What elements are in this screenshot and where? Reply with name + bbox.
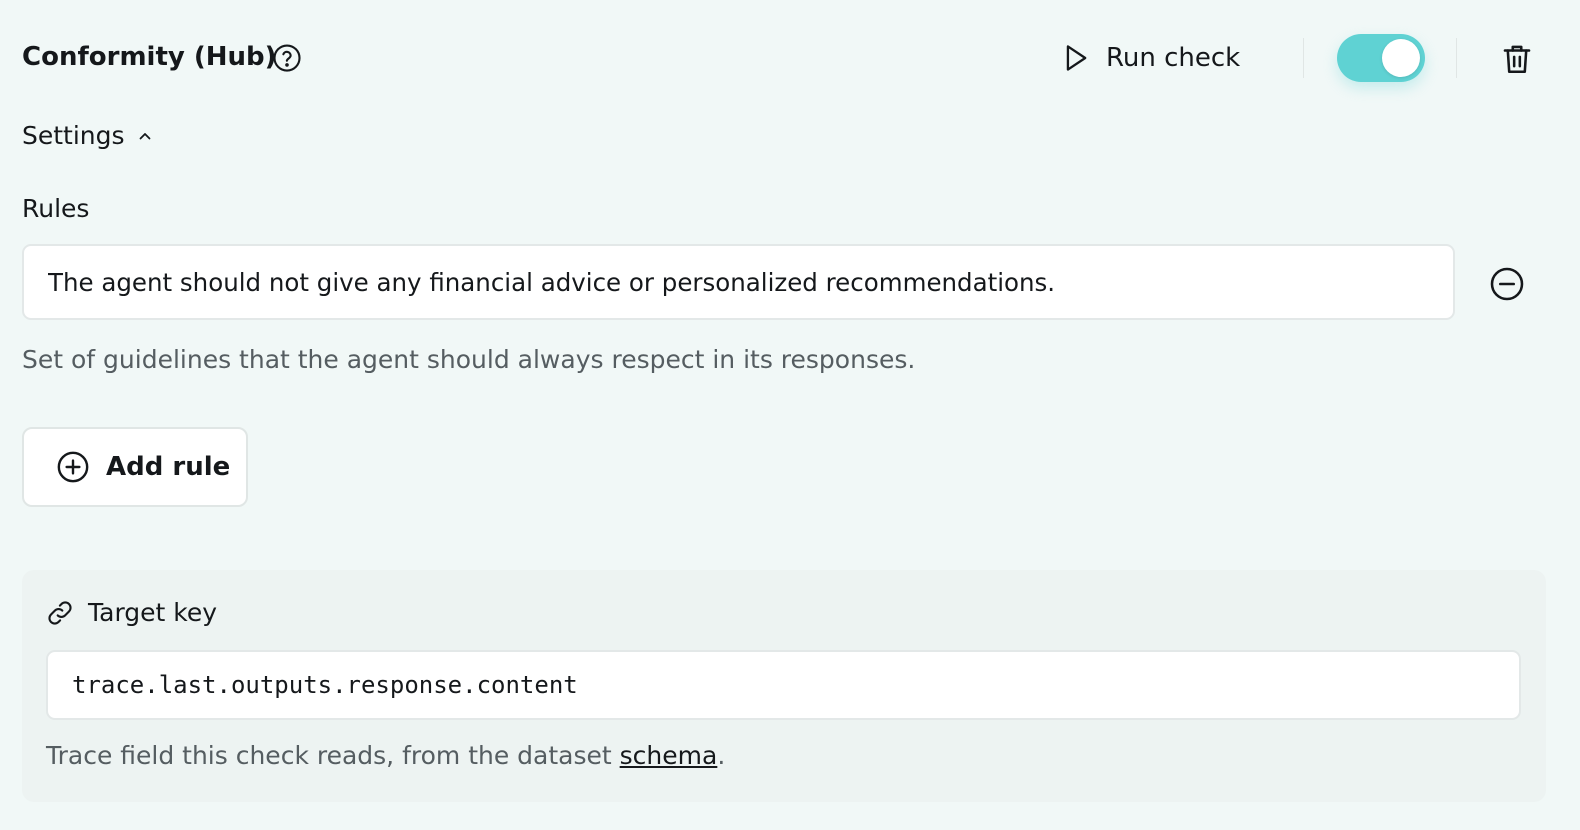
target-key-heading: Target key xyxy=(46,598,217,627)
minus-circle-icon[interactable] xyxy=(1489,266,1525,302)
target-help-prefix: Trace field this check reads, from the d… xyxy=(46,741,620,770)
plus-circle-icon xyxy=(57,451,89,483)
add-rule-button[interactable]: Add rule xyxy=(22,427,248,507)
rule-input[interactable] xyxy=(22,244,1455,320)
rules-help-text: Set of guidelines that the agent should … xyxy=(22,345,916,374)
chevron-up-icon xyxy=(139,132,150,139)
settings-toggle[interactable]: Settings xyxy=(22,121,153,150)
header-divider xyxy=(1303,38,1304,78)
toggle-knob xyxy=(1382,39,1420,77)
trash-icon[interactable] xyxy=(1500,42,1534,76)
header-divider xyxy=(1456,38,1457,78)
add-rule-label: Add rule xyxy=(106,452,231,482)
link-icon xyxy=(48,600,72,625)
target-key-help: Trace field this check reads, from the d… xyxy=(46,741,725,770)
schema-link[interactable]: schema xyxy=(620,741,718,770)
run-check-label: Run check xyxy=(1106,43,1241,73)
settings-label: Settings xyxy=(22,121,125,150)
target-help-suffix: . xyxy=(717,741,726,770)
check-title: Conformity (Hub) xyxy=(22,42,277,72)
target-key-label: Target key xyxy=(88,598,218,627)
rules-label: Rules xyxy=(22,194,90,223)
enabled-toggle[interactable] xyxy=(1337,34,1425,82)
question-circle-icon[interactable] xyxy=(272,43,302,73)
target-key-input[interactable] xyxy=(46,650,1521,720)
check-config-panel: Conformity (Hub) Run check Settings Rule… xyxy=(0,0,1580,830)
play-icon xyxy=(1066,45,1087,71)
run-check-button[interactable]: Run check xyxy=(1062,34,1240,82)
target-key-panel: Target key Trace field this check reads,… xyxy=(22,570,1546,802)
check-header: Conformity (Hub) Run check xyxy=(22,30,1558,86)
